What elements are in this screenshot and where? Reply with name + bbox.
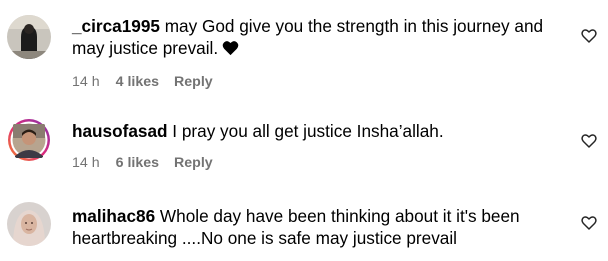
comment-item: malihac86 Whole day have been thinking a… xyxy=(0,182,608,261)
avatar[interactable] xyxy=(7,15,51,59)
comment-meta: 14 h 6 likes Reply xyxy=(72,155,213,171)
heart-outline-icon[interactable] xyxy=(581,133,597,149)
comment-content: _circa1995 may God give you the strength… xyxy=(72,15,562,90)
comment-time[interactable]: 14 h xyxy=(72,155,100,171)
comment-content: malihac86 Whole day have been thinking a… xyxy=(72,205,562,249)
comment-text: malihac86 Whole day have been thinking a… xyxy=(72,205,562,227)
comment-likes[interactable]: 4 likes xyxy=(116,74,159,90)
comment-username[interactable]: malihac86 xyxy=(72,206,155,226)
comment-meta: 14 h 4 likes Reply xyxy=(72,74,213,90)
reply-button[interactable]: Reply xyxy=(174,74,213,90)
heart-outline-icon[interactable] xyxy=(581,28,597,44)
heart-outline-icon[interactable] xyxy=(581,215,597,231)
comment-likes[interactable]: 6 likes xyxy=(116,155,159,171)
avatar[interactable] xyxy=(7,202,51,246)
avatar[interactable] xyxy=(7,118,51,162)
comment-item: _circa1995 may God give you the strength… xyxy=(0,0,608,100)
comment-content: hausofasad I pray you all get justice In… xyxy=(72,120,562,171)
comment-item: hausofasad I pray you all get justice In… xyxy=(0,100,608,182)
reply-button[interactable]: Reply xyxy=(174,155,213,171)
comment-body-line-1: I pray you all get justice Insha’allah. xyxy=(172,121,444,141)
comment-text-continued: may justice prevail. xyxy=(72,37,562,61)
comment-username[interactable]: _circa1995 xyxy=(72,16,160,36)
comment-text-continued: heartbreaking ....No one is safe may jus… xyxy=(72,227,562,249)
comment-text: hausofasad I pray you all get justice In… xyxy=(72,120,562,142)
comment-username[interactable]: hausofasad xyxy=(72,121,168,141)
comment-time[interactable]: 14 h xyxy=(72,74,100,90)
comment-body-line-2: heartbreaking ....No one is safe may jus… xyxy=(72,228,457,248)
comment-body-line-1: Whole day have been thinking about it it… xyxy=(159,206,520,226)
black-heart-icon xyxy=(222,39,239,61)
comment-body-line-2: may justice prevail. xyxy=(72,38,219,58)
comment-body-line-1: may God give you the strength in this jo… xyxy=(164,16,544,36)
comment-text: _circa1995 may God give you the strength… xyxy=(72,15,562,37)
